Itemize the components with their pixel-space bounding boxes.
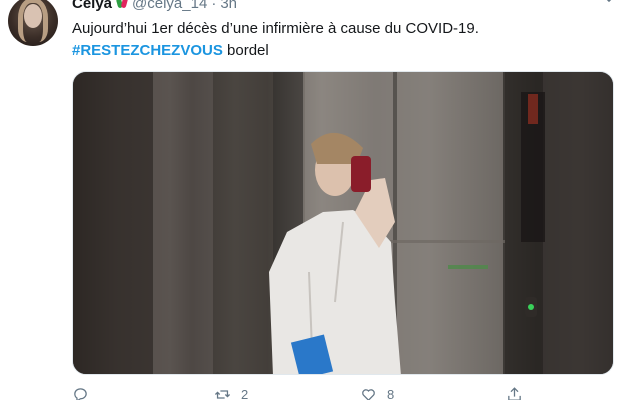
tweet: Celya @celya_14 · 3h Aujourd’hui 1er déc… bbox=[0, 0, 640, 400]
heart-icon bbox=[362, 389, 375, 400]
share-button[interactable] bbox=[506, 386, 523, 400]
display-name[interactable]: Celya bbox=[72, 0, 112, 12]
reply-button[interactable] bbox=[72, 386, 89, 400]
timestamp[interactable]: 3h bbox=[220, 0, 237, 12]
photo-elevator-selfie bbox=[73, 72, 613, 374]
avatar-face bbox=[24, 4, 42, 28]
retweet-icon bbox=[214, 390, 231, 399]
tweet-text-line-1: Aujourd’hui 1er décès d’une infirmière à… bbox=[72, 20, 479, 37]
share-icon bbox=[508, 387, 521, 400]
user-handle[interactable]: @celya_14 bbox=[132, 0, 207, 12]
tweet-text: Aujourd’hui 1er décès d’une infirmière à… bbox=[72, 18, 632, 62]
like-button[interactable]: 8 bbox=[360, 386, 394, 400]
flower-emoji-icon bbox=[116, 0, 128, 10]
tweet-header: Celya @celya_14 · 3h bbox=[72, 0, 237, 12]
like-count: 8 bbox=[387, 387, 395, 400]
separator-dot: · bbox=[211, 0, 217, 12]
tweet-photo[interactable] bbox=[72, 71, 614, 375]
reply-icon bbox=[74, 388, 87, 400]
retweet-button[interactable]: 2 bbox=[214, 386, 248, 400]
tweet-text-line-2: #RESTEZCHEZVOUS bordel bbox=[72, 40, 632, 62]
retweet-count: 2 bbox=[241, 387, 249, 400]
tweet-text-suffix: bordel bbox=[222, 42, 269, 59]
chevron-down-icon[interactable] bbox=[600, 0, 618, 6]
hashtag-link[interactable]: #RESTEZCHEZVOUS bbox=[72, 42, 223, 59]
avatar[interactable] bbox=[8, 0, 58, 46]
tweet-actions: 2 8 bbox=[72, 386, 542, 400]
